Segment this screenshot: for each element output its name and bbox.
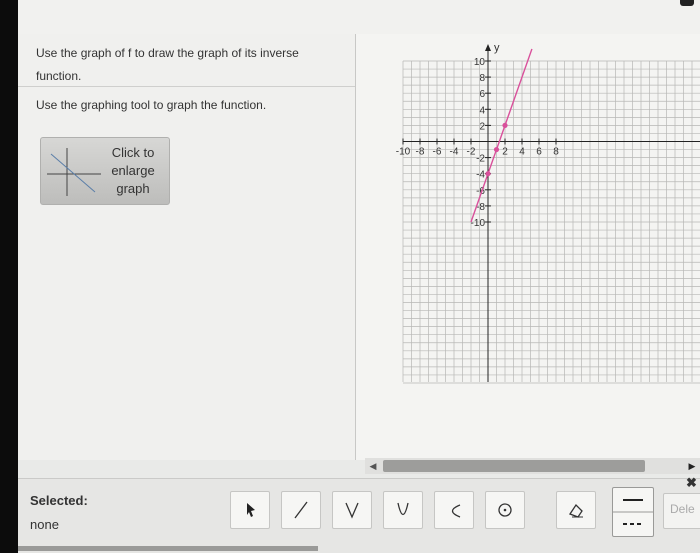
- divider: [18, 86, 355, 87]
- y-tick-label: 4: [479, 105, 485, 116]
- function-point[interactable]: [485, 171, 491, 177]
- instructions-panel: Use the graph of f to draw the graph of …: [18, 34, 356, 460]
- graph-thumbnail-icon: [47, 148, 101, 196]
- y-tick-label: 10: [474, 57, 486, 68]
- y-tick-label: -10: [471, 218, 486, 229]
- absolute-value-tool-button[interactable]: [332, 491, 372, 529]
- y-tick-label: -4: [476, 170, 485, 181]
- y-tick-label: -2: [476, 154, 485, 165]
- dashed-line-icon: [613, 499, 653, 525]
- line-tool-button[interactable]: [281, 491, 321, 529]
- x-tick-label: -8: [416, 147, 425, 158]
- y-axis-arrow: [485, 44, 491, 51]
- x-tick-label: 4: [519, 147, 525, 158]
- selected-value: none: [30, 517, 59, 532]
- x-tick-label: 6: [536, 147, 542, 158]
- x-tick-label: -6: [433, 147, 442, 158]
- pointer-tool-button[interactable]: [230, 491, 270, 529]
- scroll-right-icon[interactable]: ▶: [684, 458, 700, 474]
- dashed-line-tool-button[interactable]: [612, 487, 654, 537]
- graphing-tool-instruction: Use the graphing tool to graph the funct…: [36, 98, 267, 112]
- circle-tool-button[interactable]: [485, 491, 525, 529]
- x-tick-label: -2: [467, 147, 476, 158]
- enlarge-graph-button[interactable]: Click to enlarge graph: [40, 137, 170, 205]
- coordinate-plane[interactable]: -10 -8 -6 -4 -2 2 4 6 8108642-2-4-6-8-10 y: [356, 34, 700, 460]
- absolute-value-icon: [345, 502, 359, 519]
- corner-icon[interactable]: [680, 0, 694, 6]
- app-window: Use the graph of f to draw the graph of …: [18, 0, 700, 553]
- eraser-icon: [569, 503, 583, 518]
- x-tick-label: -4: [450, 147, 459, 158]
- axes: [403, 44, 700, 382]
- grid: [402, 60, 700, 384]
- top-bar: [18, 0, 700, 35]
- scrollbar-thumb[interactable]: [383, 460, 645, 472]
- y-axis-label: y: [494, 42, 500, 54]
- horizontal-scrollbar[interactable]: ◀ ▶: [365, 458, 700, 474]
- graphing-toolbar: Selected: none Dele ✖: [18, 475, 700, 553]
- x-tick-label: -10: [396, 147, 411, 158]
- sideways-parabola-tool-button[interactable]: [434, 491, 474, 529]
- instruction-text-continued: function.: [36, 69, 82, 83]
- pointer-icon: [247, 503, 255, 517]
- enlarge-graph-label: Click to enlarge graph: [111, 145, 155, 196]
- instruction-text: Use the graph of f to draw the graph of …: [36, 46, 299, 60]
- function-point[interactable]: [493, 146, 500, 153]
- bottom-strip: [18, 546, 318, 551]
- close-icon[interactable]: ✖: [686, 475, 697, 491]
- line-icon: [294, 501, 308, 519]
- graph-area[interactable]: -10 -8 -6 -4 -2 2 4 6 8 10 8 6 4 2 -2 -4 -6 -8 -10 y: [356, 34, 700, 460]
- parabola-icon: [397, 502, 409, 516]
- y-tick-label: 6: [479, 89, 485, 100]
- circle-icon: [498, 503, 512, 517]
- y-tick-label: 8: [479, 73, 485, 84]
- delete-button[interactable]: Dele: [663, 493, 700, 529]
- function-point[interactable]: [502, 122, 508, 128]
- scroll-left-icon[interactable]: ◀: [365, 458, 381, 474]
- parabola-tool-button[interactable]: [383, 491, 423, 529]
- delete-label: Dele: [670, 502, 695, 516]
- x-tick-label: 8: [553, 147, 559, 158]
- y-tick-label: 2: [479, 121, 485, 132]
- sideways-parabola-icon: [451, 504, 461, 518]
- eraser-tool-button[interactable]: [556, 491, 596, 529]
- x-tick-label: 2: [502, 147, 508, 158]
- selected-label: Selected:: [30, 493, 88, 508]
